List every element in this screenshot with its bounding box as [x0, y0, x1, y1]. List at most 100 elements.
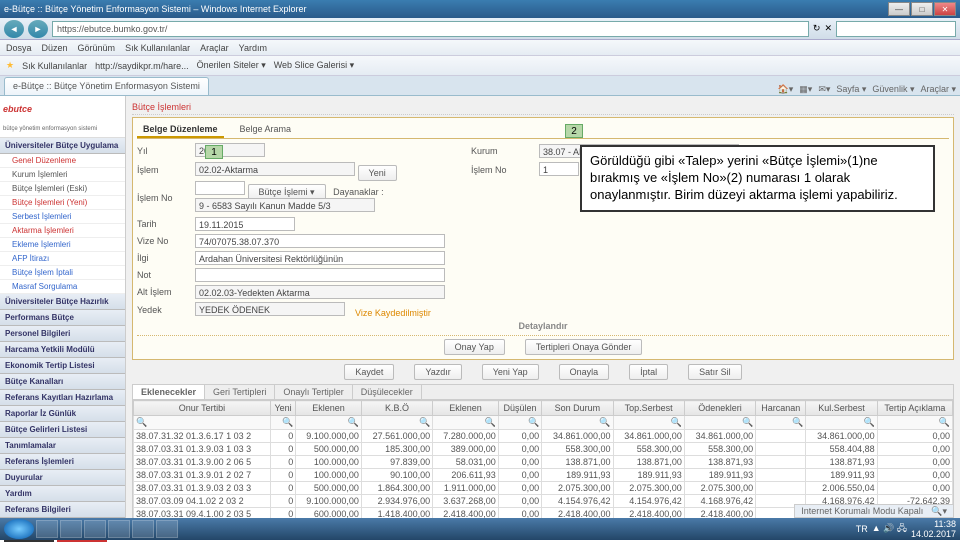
- grid-filter-cell[interactable]: 🔍: [433, 416, 499, 430]
- grid-filter-cell[interactable]: 🔍: [613, 416, 684, 430]
- favorites-icon[interactable]: ★: [6, 60, 14, 71]
- sidebar-group[interactable]: Üniversiteler Bütçe Uygulama: [0, 138, 125, 154]
- grid-filter-cell[interactable]: 🔍: [877, 416, 952, 430]
- ilgi-input[interactable]: Ardahan Üniversitesi Rektörlüğünün: [195, 251, 445, 265]
- tertipler-gonder-button[interactable]: Tertipleri Onaya Gönder: [525, 339, 643, 355]
- refresh-button[interactable]: ↻: [813, 23, 821, 34]
- grid-header[interactable]: K.B.Ö: [361, 401, 432, 416]
- grid-header[interactable]: Kul.Serbest: [806, 401, 877, 416]
- sidebar-group[interactable]: Tanımlamalar: [0, 438, 125, 454]
- grid-filter-cell[interactable]: 🔍: [270, 416, 295, 430]
- grid-filter-cell[interactable]: 🔍: [756, 416, 806, 430]
- sidebar-group[interactable]: Personel Bilgileri: [0, 326, 125, 342]
- menu-file[interactable]: Dosya: [6, 43, 32, 53]
- grid-header[interactable]: Harcanan: [756, 401, 806, 416]
- menu-tools[interactable]: Araçlar: [200, 43, 229, 53]
- grid-header[interactable]: Son Durum: [542, 401, 613, 416]
- grid-tab-0[interactable]: Eklenecekler: [133, 385, 205, 399]
- form-tab-edit[interactable]: Belge Düzenleme: [137, 122, 224, 138]
- kaydet-button[interactable]: Kaydet: [344, 364, 394, 380]
- grid-filter-cell[interactable]: 🔍: [134, 416, 271, 430]
- sidebar-item[interactable]: AFP İtirazı: [0, 252, 125, 266]
- yeni-button[interactable]: Yeni: [358, 165, 397, 181]
- onay-yap-button[interactable]: Onay Yap: [444, 339, 505, 355]
- satir-sil-button[interactable]: Satır Sil: [688, 364, 742, 380]
- grid-filter-cell[interactable]: 🔍: [684, 416, 755, 430]
- favorites-label[interactable]: Sık Kullanılanlar: [22, 61, 87, 71]
- sidebar-group[interactable]: Üniversiteler Bütçe Hazırlık: [0, 294, 125, 310]
- sidebar-item[interactable]: Genel Düzenleme: [0, 154, 125, 168]
- search-box[interactable]: [836, 21, 956, 37]
- sidebar-group[interactable]: Referans Bilgileri: [0, 502, 125, 518]
- grid-header[interactable]: Eklenen: [433, 401, 499, 416]
- sidebar-item[interactable]: Ekleme İşlemleri: [0, 238, 125, 252]
- sidebar-group[interactable]: Bütçe Kanalları: [0, 374, 125, 390]
- islemno-input[interactable]: 1: [539, 162, 579, 176]
- browser-tab[interactable]: e-Bütçe :: Bütçe Yönetim Enformasyon Sis…: [4, 77, 209, 95]
- feed-icon[interactable]: ▦▾: [799, 84, 812, 95]
- grid-header[interactable]: Ödenekleri: [684, 401, 755, 416]
- start-button[interactable]: [4, 519, 34, 539]
- minimize-button[interactable]: —: [888, 2, 910, 16]
- forward-button[interactable]: ►: [28, 20, 48, 38]
- task-word-icon[interactable]: [84, 520, 106, 538]
- tarih-input[interactable]: 19.11.2015: [195, 217, 295, 231]
- yazdir-button[interactable]: Yazdır: [414, 364, 461, 380]
- iptal-button[interactable]: İptal: [629, 364, 668, 380]
- system-tray[interactable]: TR ▲ 🔊 🖧 11:3814.02.2017: [856, 519, 956, 539]
- table-row[interactable]: 38.07.03.31 01.3.9.03 2 03 30500.000,001…: [134, 482, 953, 495]
- form-tab-search[interactable]: Belge Arama: [234, 122, 298, 138]
- page-menu[interactable]: Sayfa ▾: [836, 84, 866, 95]
- grid-header[interactable]: Yeni: [270, 401, 295, 416]
- zoom-icon[interactable]: 🔍▾: [931, 506, 947, 517]
- sidebar-item[interactable]: Kurum İşlemleri: [0, 168, 125, 182]
- fav-link-0[interactable]: http://saydikpr.m/hare...: [95, 61, 189, 71]
- menu-favorites[interactable]: Sık Kullanılanlar: [125, 43, 190, 53]
- fav-link-1[interactable]: Önerilen Siteler ▾: [197, 60, 266, 71]
- sidebar-group[interactable]: Referans İşlemleri: [0, 454, 125, 470]
- not-input[interactable]: [195, 268, 445, 282]
- security-menu[interactable]: Güvenlik ▾: [872, 84, 914, 95]
- onayla-button[interactable]: Onayla: [559, 364, 610, 380]
- sidebar-group[interactable]: Bütçe Gelirleri Listesi: [0, 422, 125, 438]
- grid-header[interactable]: Top.Serbest: [613, 401, 684, 416]
- grid-header[interactable]: Tertip Açıklama: [877, 401, 952, 416]
- islem-select[interactable]: 02.02-Aktarma: [195, 162, 355, 176]
- grid-tab-3[interactable]: Düşülecekler: [353, 385, 422, 399]
- sidebar-group[interactable]: Yardım: [0, 486, 125, 502]
- grid-filter-cell[interactable]: 🔍: [361, 416, 432, 430]
- sidebar-group[interactable]: Performans Bütçe: [0, 310, 125, 326]
- yedek-select[interactable]: YEDEK ÖDENEK: [195, 302, 345, 316]
- tray-lang[interactable]: TR: [856, 524, 868, 534]
- sidebar-item[interactable]: Aktarma İşlemleri: [0, 224, 125, 238]
- maximize-button[interactable]: □: [911, 2, 933, 16]
- grid-filter-cell[interactable]: 🔍: [296, 416, 362, 430]
- dayanak-select[interactable]: 9 - 6583 Sayılı Kanun Madde 5/3: [195, 198, 375, 212]
- sidebar-group[interactable]: Raporlar İz Günlük: [0, 406, 125, 422]
- fav-link-2[interactable]: Web Slice Galerisi ▾: [274, 60, 354, 71]
- menu-edit[interactable]: Düzen: [42, 43, 68, 53]
- close-button[interactable]: ✕: [934, 2, 956, 16]
- grid-filter-cell[interactable]: 🔍: [498, 416, 541, 430]
- menu-view[interactable]: Görünüm: [78, 43, 116, 53]
- address-bar[interactable]: https://ebutce.bumko.gov.tr/: [52, 21, 809, 37]
- home-icon[interactable]: 🏠▾: [778, 84, 794, 95]
- yeniyap-button[interactable]: Yeni Yap: [482, 364, 539, 380]
- task-app-icon[interactable]: [156, 520, 178, 538]
- menu-help[interactable]: Yardım: [239, 43, 267, 53]
- task-excel-icon[interactable]: [108, 520, 130, 538]
- sidebar-group[interactable]: Harcama Yetkili Modülü: [0, 342, 125, 358]
- grid-filter-cell[interactable]: 🔍: [806, 416, 877, 430]
- sidebar-item[interactable]: Serbest İşlemleri: [0, 210, 125, 224]
- sidebar-item[interactable]: Bütçe İşlem İptali: [0, 266, 125, 280]
- stop-button[interactable]: ✕: [824, 23, 832, 34]
- sidebar-item[interactable]: Bütçe İşlemleri (Eski): [0, 182, 125, 196]
- data-grid[interactable]: Onur TertibiYeniEklenenK.B.ÖEklenenDüşül…: [133, 400, 953, 518]
- grid-header[interactable]: Eklenen: [296, 401, 362, 416]
- task-ppt-icon[interactable]: [132, 520, 154, 538]
- grid-header[interactable]: Onur Tertibi: [134, 401, 271, 416]
- back-button[interactable]: ◄: [4, 20, 24, 38]
- sidebar-item[interactable]: Masraf Sorgulama: [0, 280, 125, 294]
- sidebar-group[interactable]: Duyurular: [0, 470, 125, 486]
- table-row[interactable]: 38.07.31.32 01.3.6.17 1 03 209.100.000,0…: [134, 430, 953, 443]
